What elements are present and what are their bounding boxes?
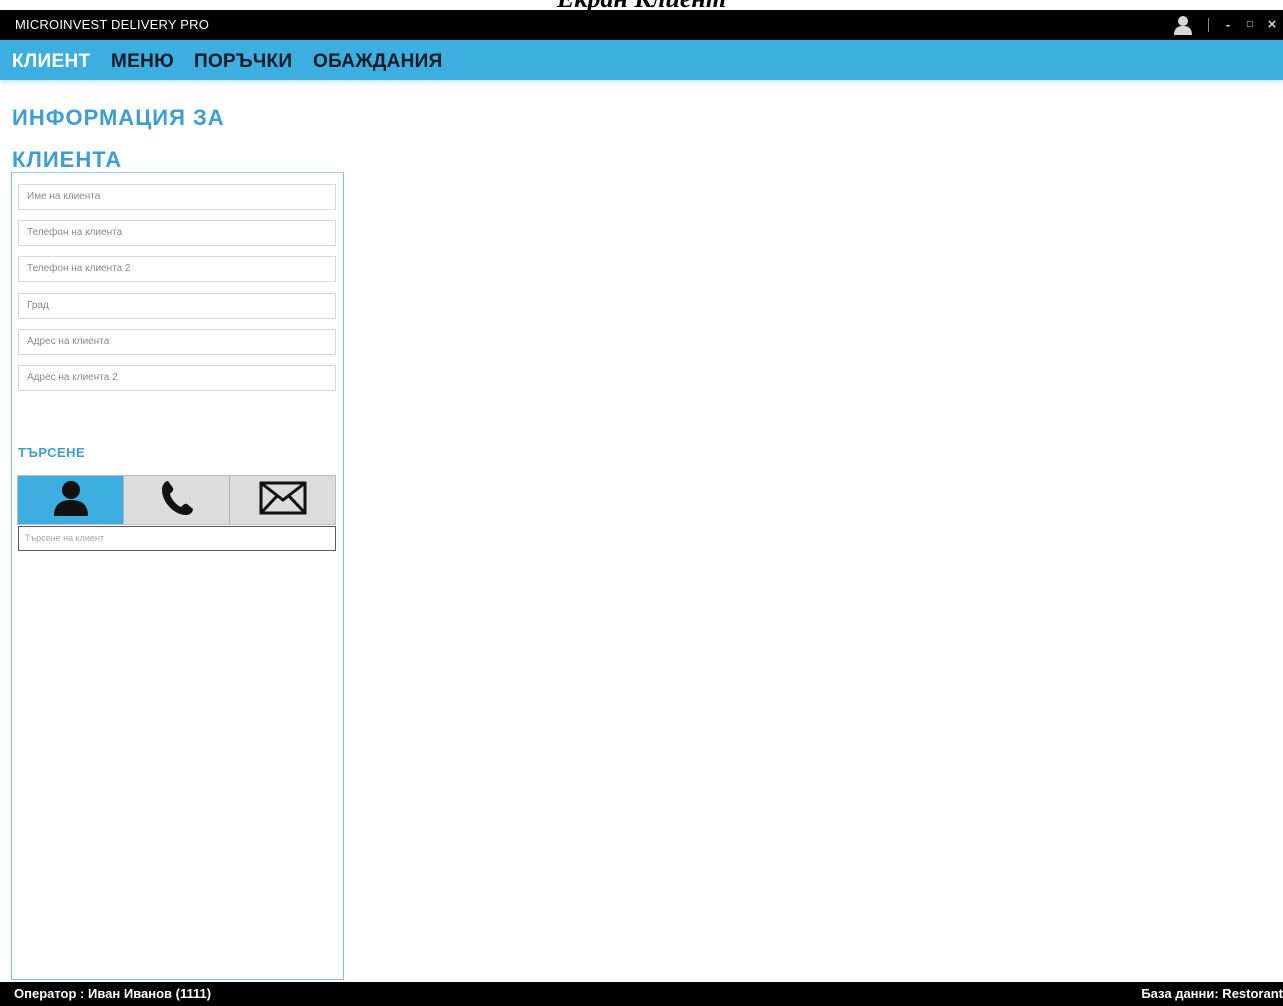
- user-account-icon[interactable]: [1172, 14, 1194, 36]
- title-bar: MICROINVEST DELIVERY PRO - □ ×: [0, 10, 1283, 40]
- operator-status: Оператор : Иван Иванов (1111): [14, 986, 212, 1001]
- phone-icon: [159, 478, 195, 523]
- client-name-field[interactable]: Име на клиента: [18, 184, 336, 210]
- tab-calls[interactable]: ОБАЖДАНИЯ: [313, 51, 443, 73]
- client-city-field[interactable]: Град: [18, 293, 336, 319]
- search-label: ТЪРСЕНЕ: [18, 445, 86, 460]
- tab-menu[interactable]: МЕНЮ: [111, 51, 174, 73]
- search-mode-buttons: [17, 475, 336, 525]
- main-menu-bar: КЛИЕНТ МЕНЮ ПОРЪЧКИ ОБАЖДАНИЯ: [0, 40, 1283, 80]
- client-address2-field[interactable]: Адрес на клиента 2: [18, 365, 336, 391]
- close-button[interactable]: ×: [1261, 10, 1283, 40]
- client-info-title-line1: ИНФОРМАЦИЯ ЗА: [12, 105, 225, 130]
- client-info-title: ИНФОРМАЦИЯ ЗА КЛИЕНТА: [12, 97, 225, 181]
- database-status: База данни: Restorant: [1141, 986, 1283, 1001]
- title-separator: [1208, 18, 1209, 32]
- client-phone2-field[interactable]: Телефон на клиента 2: [18, 256, 336, 282]
- app-title: MICROINVEST DELIVERY PRO: [15, 17, 210, 32]
- tab-orders[interactable]: ПОРЪЧКИ: [194, 51, 292, 73]
- client-search-input[interactable]: Търсене на клиент: [18, 526, 336, 551]
- maximize-button[interactable]: □: [1239, 10, 1261, 40]
- search-by-name-button[interactable]: [18, 476, 123, 524]
- client-phone-field[interactable]: Телефон на клиента: [18, 220, 336, 246]
- envelope-icon: [259, 481, 307, 520]
- client-info-panel: Име на клиента Телефон на клиента Телефо…: [11, 172, 344, 980]
- user-icon: [51, 478, 91, 523]
- status-bar: Оператор : Иван Иванов (1111) База данни…: [0, 982, 1283, 1006]
- search-by-email-button[interactable]: [229, 476, 335, 524]
- window-controls: - □ ×: [1172, 10, 1283, 40]
- client-address-field[interactable]: Адрес на клиента: [18, 329, 336, 355]
- search-by-phone-button[interactable]: [123, 476, 229, 524]
- minimize-button[interactable]: -: [1217, 10, 1239, 40]
- tab-client[interactable]: КЛИЕНТ: [12, 51, 90, 73]
